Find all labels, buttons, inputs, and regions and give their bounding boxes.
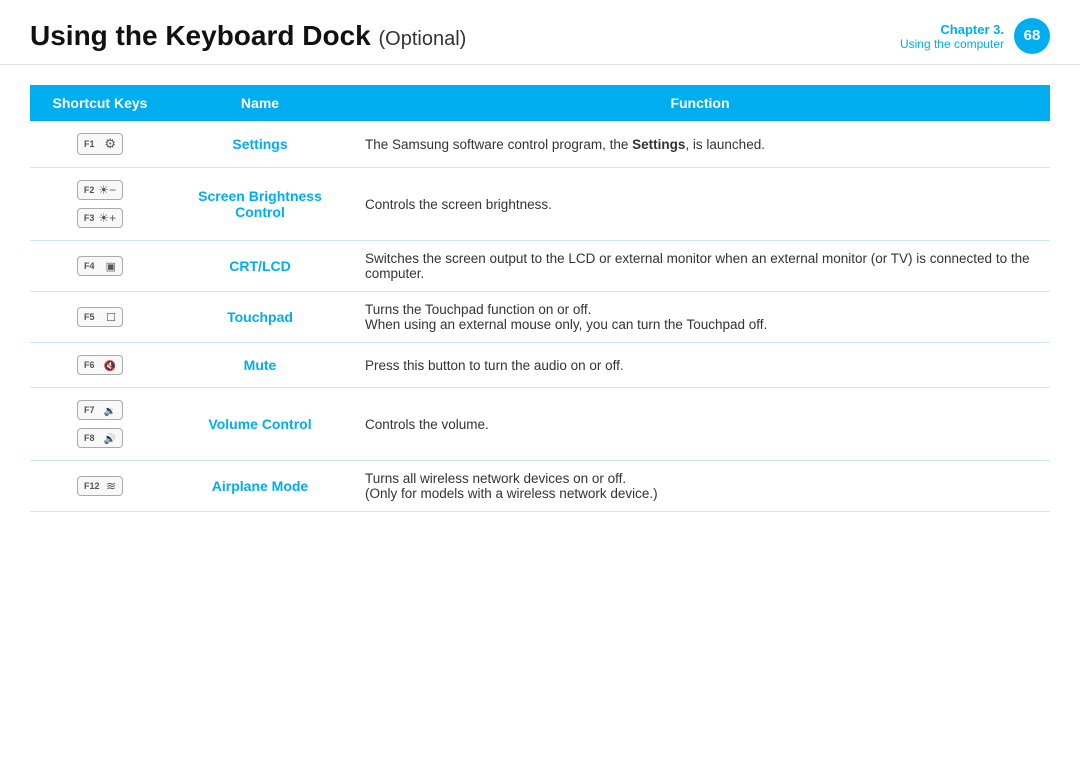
table-header-row: Shortcut Keys Name Function [30, 85, 1050, 121]
function-name: Airplane Mode [212, 478, 308, 494]
shortcut-keys-table: Shortcut Keys Name Function F1 Settings [30, 85, 1050, 512]
key-badge-f2: F2 ☀− [77, 180, 123, 200]
brightness-up-icon: ☀+ [98, 211, 116, 225]
name-cell: CRT/LCD [170, 241, 350, 292]
key-group: F5 [45, 305, 155, 329]
shortcut-key-cell: F4 [30, 241, 170, 292]
function-cell: Controls the volume. [350, 388, 1050, 461]
table-row: F12 Airplane Mode Turns all wireless net… [30, 461, 1050, 512]
table-row: F6 Mute Press this button to turn the au… [30, 343, 1050, 388]
function-text: Controls the volume. [365, 417, 489, 432]
shortcut-key-cell: F5 [30, 292, 170, 343]
function-text: Controls the screen brightness. [365, 197, 552, 212]
function-cell: Switches the screen output to the LCD or… [350, 241, 1050, 292]
key-group: F7 F8 [45, 398, 155, 450]
function-text: Press this button to turn the audio on o… [365, 358, 624, 373]
key-group: F6 [45, 353, 155, 377]
key-group: F2 ☀− F3 ☀+ [45, 178, 155, 230]
function-name: CRT/LCD [229, 258, 290, 274]
name-cell: Mute [170, 343, 350, 388]
shortcut-key-cell: F12 [30, 461, 170, 512]
key-badge-f8: F8 [77, 428, 123, 448]
volume-up-icon [104, 431, 116, 445]
key-group: F12 [45, 474, 155, 498]
name-cell: Settings [170, 121, 350, 168]
table-row: F2 ☀− F3 ☀+ Screen Brightness Control Co… [30, 168, 1050, 241]
name-cell: Airplane Mode [170, 461, 350, 512]
shortcut-key-cell: F1 [30, 121, 170, 168]
key-badge-f4: F4 [77, 256, 123, 276]
table-row: F4 CRT/LCD Switches the screen output to… [30, 241, 1050, 292]
title-optional: (Optional) [379, 28, 467, 50]
main-content: Shortcut Keys Name Function F1 Settings [0, 65, 1080, 532]
mute-icon [104, 358, 116, 372]
table-row: F7 F8 Volume Control Controls the volume… [30, 388, 1050, 461]
name-cell: Touchpad [170, 292, 350, 343]
shortcut-key-cell: F2 ☀− F3 ☀+ [30, 168, 170, 241]
function-text: Switches the screen output to the LCD or… [365, 251, 1030, 281]
key-badge-f1: F1 [77, 133, 123, 155]
brightness-down-icon: ☀− [98, 183, 116, 197]
key-badge-f3: F3 ☀+ [77, 208, 123, 228]
touchpad-icon [106, 310, 116, 324]
function-name: Mute [244, 357, 277, 373]
key-group: F4 [45, 254, 155, 278]
key-badge-f7: F7 [77, 400, 123, 420]
key-badge-f5: F5 [77, 307, 123, 327]
title-main: Using the Keyboard Dock [30, 20, 371, 51]
crt-icon [106, 259, 116, 273]
page-title: Using the Keyboard Dock (Optional) [30, 20, 466, 52]
table-row: F5 Touchpad Turns the Touchpad function … [30, 292, 1050, 343]
name-cell: Volume Control [170, 388, 350, 461]
function-name: Volume Control [208, 416, 311, 432]
function-cell: Turns all wireless network devices on or… [350, 461, 1050, 512]
col-shortcut-keys: Shortcut Keys [30, 85, 170, 121]
shortcut-key-cell: F7 F8 [30, 388, 170, 461]
table-row: F1 Settings The Samsung software control… [30, 121, 1050, 168]
page-header: Using the Keyboard Dock (Optional) Chapt… [0, 0, 1080, 65]
settings-icon [104, 136, 116, 152]
shortcut-key-cell: F6 [30, 343, 170, 388]
page-number-badge: 68 [1014, 18, 1050, 54]
function-cell: Turns the Touchpad function on or off. W… [350, 292, 1050, 343]
function-cell: The Samsung software control program, th… [350, 121, 1050, 168]
col-name: Name [170, 85, 350, 121]
col-function: Function [350, 85, 1050, 121]
function-cell: Press this button to turn the audio on o… [350, 343, 1050, 388]
key-group: F1 [45, 131, 155, 157]
function-name: Screen Brightness Control [198, 188, 322, 220]
volume-down-icon [104, 403, 116, 417]
function-cell: Controls the screen brightness. [350, 168, 1050, 241]
chapter-info: Chapter 3. Using the computer 68 [900, 18, 1050, 54]
key-badge-f6: F6 [77, 355, 123, 375]
wifi-icon [106, 479, 116, 493]
chapter-text: Chapter 3. Using the computer [900, 22, 1004, 51]
function-name: Settings [232, 136, 287, 152]
chapter-label: Chapter 3. [900, 22, 1004, 37]
key-badge-f12: F12 [77, 476, 123, 496]
name-cell: Screen Brightness Control [170, 168, 350, 241]
function-name: Touchpad [227, 309, 293, 325]
chapter-sub: Using the computer [900, 37, 1004, 51]
